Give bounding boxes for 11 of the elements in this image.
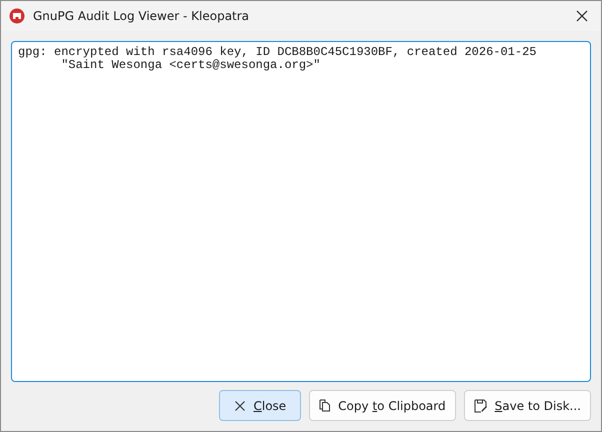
copy-button[interactable]: Copy to Clipboard xyxy=(309,390,456,421)
log-line: gpg: encrypted with rsa4096 key, ID DCB8B0C45C1930BF, created 2026-01-25 xyxy=(18,46,538,59)
x-icon xyxy=(234,400,246,412)
app-icon xyxy=(9,8,25,24)
copy-icon xyxy=(319,399,332,412)
log-text-area[interactable]: gpg: encrypted with rsa4096 key, ID DCB8B0C45C1930BF, created 2026-01-25 "Saint Wesonga <certs@swesonga.org>" xyxy=(11,41,591,382)
floppy-disk-icon xyxy=(474,398,488,412)
save-button[interactable]: Save to Disk... xyxy=(464,390,591,421)
log-line: "Saint Wesonga <certs@swesonga.org>" xyxy=(60,59,322,72)
close-button[interactable]: Close xyxy=(219,390,302,421)
window-title: GnuPG Audit Log Viewer - Kleopatra xyxy=(33,9,250,23)
